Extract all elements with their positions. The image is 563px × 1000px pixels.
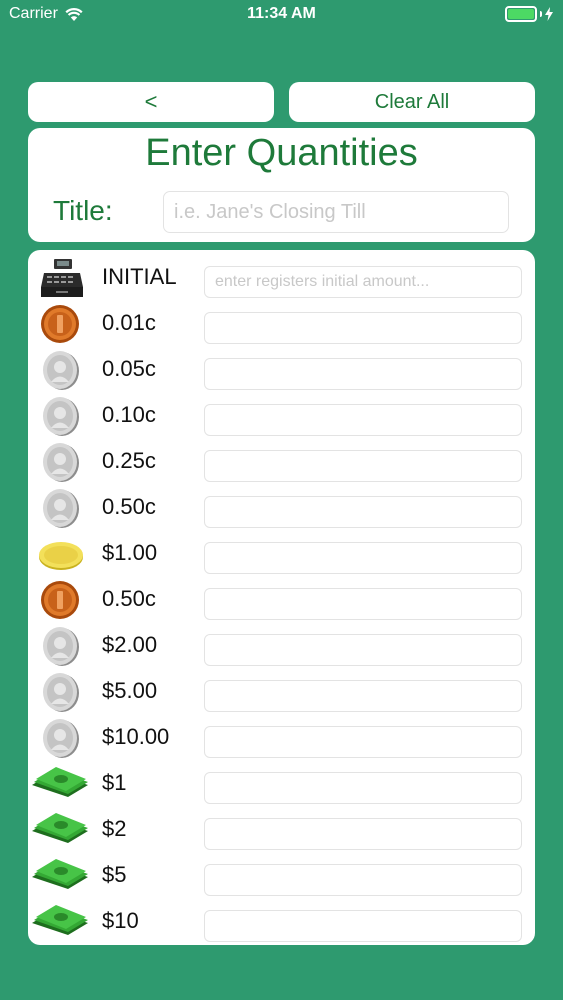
row-label: 0.50c: [102, 586, 156, 611]
list-item: $5.00: [28, 668, 535, 714]
quantity-input[interactable]: [204, 864, 522, 896]
back-button[interactable]: <: [28, 82, 274, 122]
gold-coin-icon: [38, 533, 86, 575]
row-label: $1: [102, 770, 127, 795]
copper-coin-icon: [38, 303, 86, 345]
row-label: 0.05c: [102, 356, 156, 381]
list-item: 0.50c: [28, 576, 535, 622]
row-label: $5.00: [102, 678, 158, 703]
row-label: $5: [102, 862, 127, 887]
row-label: $2.00: [102, 632, 158, 657]
list-item: $1.00: [28, 530, 535, 576]
row-label: $10.00: [102, 724, 170, 749]
quantity-input[interactable]: [204, 726, 522, 758]
list-item: 0.25c: [28, 438, 535, 484]
silver-coin-icon: [38, 395, 86, 437]
battery-indicator: [505, 6, 553, 22]
silver-coin-icon: [38, 671, 86, 713]
quantity-input[interactable]: [204, 266, 522, 298]
row-label: $10: [102, 908, 139, 933]
banknote-icon: [30, 763, 90, 805]
silver-coin-icon: [38, 717, 86, 759]
cash-register-icon: [38, 257, 86, 299]
quantity-input[interactable]: [204, 634, 522, 666]
quantities-list: INITIAL 0.01c 0.05c 0.10c 0.25c 0.50c $1.00 0.5…: [28, 250, 535, 945]
quantity-input[interactable]: [204, 542, 522, 574]
list-item: $2: [28, 806, 535, 852]
battery-icon: [505, 6, 537, 22]
banknote-icon: [30, 855, 90, 897]
copper-coin-icon: [38, 579, 86, 621]
charging-bolt-icon: [545, 7, 553, 21]
list-item: $10: [28, 898, 535, 944]
row-label: 0.01c: [102, 310, 156, 335]
banknote-icon: [30, 901, 90, 943]
header-card: Enter Quantities Title:: [28, 128, 535, 242]
clear-all-button[interactable]: Clear All: [289, 82, 535, 122]
quantity-input[interactable]: [204, 404, 522, 436]
page-title: Enter Quantities: [145, 132, 418, 174]
list-item: $2.00: [28, 622, 535, 668]
status-bar: Carrier 11:34 AM: [0, 0, 563, 30]
row-label: INITIAL: [102, 264, 177, 289]
quantity-input[interactable]: [204, 312, 522, 344]
row-label: 0.25c: [102, 448, 156, 473]
list-item: $1: [28, 760, 535, 806]
silver-coin-icon: [38, 625, 86, 667]
status-time: 11:34 AM: [247, 5, 316, 22]
quantity-input[interactable]: [204, 772, 522, 804]
quantity-input[interactable]: [204, 450, 522, 482]
quantity-input[interactable]: [204, 680, 522, 712]
quantity-input[interactable]: [204, 358, 522, 390]
quantity-input[interactable]: [204, 910, 522, 942]
list-item: INITIAL: [28, 254, 535, 300]
row-label: 0.10c: [102, 402, 156, 427]
row-label: 0.50c: [102, 494, 156, 519]
quantity-input[interactable]: [204, 496, 522, 528]
banknote-icon: [30, 809, 90, 851]
quantity-input[interactable]: [204, 588, 522, 620]
list-item: 0.50c: [28, 484, 535, 530]
list-item: 0.05c: [28, 346, 535, 392]
silver-coin-icon: [38, 441, 86, 483]
title-input[interactable]: [163, 191, 509, 233]
list-item: $5: [28, 852, 535, 898]
list-item: 0.10c: [28, 392, 535, 438]
title-label: Title:: [53, 195, 113, 226]
list-item: $10.00: [28, 714, 535, 760]
list-item: 0.01c: [28, 300, 535, 346]
silver-coin-icon: [38, 349, 86, 391]
quantity-input[interactable]: [204, 818, 522, 850]
row-label: $1.00: [102, 540, 158, 565]
row-label: $2: [102, 816, 127, 841]
silver-coin-icon: [38, 487, 86, 529]
